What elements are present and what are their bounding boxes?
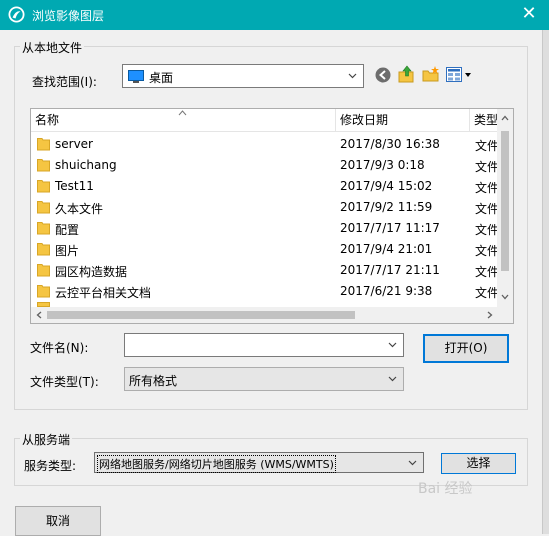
- column-header-date[interactable]: 修改日期: [336, 109, 470, 131]
- open-button[interactable]: 打开(O): [423, 334, 509, 363]
- chevron-down-icon: [408, 460, 417, 466]
- service-type-select[interactable]: 网络地图服务/网络切片地图服务 (WMS/WMTS): [94, 452, 424, 473]
- file-type: 文件: [475, 139, 500, 153]
- file-name: Test11: [55, 179, 94, 193]
- view-menu-icon[interactable]: [446, 67, 472, 83]
- file-name: server: [55, 137, 93, 151]
- scroll-left-icon[interactable]: [36, 311, 42, 319]
- sort-ascending-icon: [178, 110, 187, 116]
- desktop-icon: [128, 70, 144, 83]
- file-name: 配置: [55, 223, 80, 237]
- filetype-select[interactable]: 所有格式: [124, 367, 404, 391]
- chevron-down-icon: [348, 73, 357, 79]
- select-service-button[interactable]: 选择: [441, 453, 516, 474]
- look-in-combo[interactable]: 桌面: [122, 64, 364, 88]
- folder-icon: [37, 138, 50, 151]
- chevron-down-icon: [388, 342, 397, 348]
- list-item[interactable]: 图片 2017/9/4 21:01 文件: [31, 239, 499, 260]
- file-name: 云控平台相关文档: [55, 286, 152, 300]
- file-date: 2017/9/3 0:18: [340, 158, 425, 172]
- file-type: 文件: [475, 160, 500, 174]
- file-type: 文件: [475, 265, 500, 279]
- folder-icon: [37, 285, 50, 298]
- file-date: 2017/9/2 11:59: [340, 200, 433, 214]
- file-date: 2017/9/4 15:02: [340, 179, 433, 193]
- list-item[interactable]: Test11 2017/9/4 15:02 文件: [31, 176, 499, 197]
- window-edge: [542, 30, 549, 534]
- horizontal-scrollbar[interactable]: [31, 307, 513, 323]
- scroll-right-icon[interactable]: [487, 311, 493, 319]
- folder-icon: [37, 222, 50, 235]
- back-icon[interactable]: [375, 67, 391, 83]
- file-type: 文件: [475, 223, 500, 237]
- folder-icon: [37, 180, 50, 193]
- folder-icon: [37, 159, 50, 172]
- list-item[interactable]: 云控平台相关文档 2017/6/21 9:38 文件: [31, 281, 499, 302]
- title-bar[interactable]: 浏览影像图层 ✕: [0, 0, 549, 30]
- filename-label: 文件名(N):: [30, 341, 89, 355]
- folder-icon: [37, 201, 50, 214]
- watermark: Bai 经验: [418, 481, 473, 497]
- file-type: 文件: [475, 202, 500, 216]
- folder-icon: [37, 243, 50, 256]
- filetype-value: 所有格式: [129, 374, 178, 388]
- file-name: 园区构造数据: [55, 265, 128, 279]
- chevron-down-icon: [388, 376, 397, 382]
- vertical-scroll-thumb[interactable]: [501, 131, 509, 271]
- file-type: 文件: [475, 244, 500, 258]
- list-item[interactable]: server 2017/8/30 16:38 文件: [31, 134, 499, 155]
- file-date: 2017/9/4 21:01: [340, 242, 433, 256]
- file-list[interactable]: 名称 修改日期 类型 server 2017/8/30 16:38 文件 shu…: [30, 108, 514, 324]
- horizontal-scroll-thumb[interactable]: [47, 311, 355, 319]
- file-date: 2017/7/17 11:17: [340, 221, 440, 235]
- list-item[interactable]: 久本文件 2017/9/2 11:59 文件: [31, 197, 499, 218]
- server-group-title: 从服务端: [20, 431, 73, 448]
- service-type-label: 服务类型:: [24, 459, 77, 473]
- header-divider: [31, 131, 499, 132]
- app-logo-icon: [8, 6, 25, 23]
- file-type: 文件: [475, 286, 500, 300]
- file-date: 2017/6/21 9:38: [340, 284, 433, 298]
- file-name: shuichang: [55, 158, 117, 172]
- file-name: 久本文件: [55, 202, 104, 216]
- folder-icon: [37, 264, 50, 277]
- vertical-scrollbar[interactable]: [497, 109, 513, 307]
- list-item[interactable]: 配置 2017/7/17 11:17 文件: [31, 218, 499, 239]
- file-date: 2017/7/17 21:11: [340, 263, 440, 277]
- new-folder-icon[interactable]: [422, 65, 440, 83]
- up-folder-icon[interactable]: [398, 65, 416, 83]
- file-name: 图片: [55, 244, 80, 258]
- file-type: 文件: [475, 181, 500, 195]
- filename-combo[interactable]: [124, 333, 404, 357]
- close-button[interactable]: ✕: [509, 0, 549, 30]
- list-item[interactable]: shuichang 2017/9/3 0:18 文件: [31, 155, 499, 176]
- local-file-group-title: 从本地文件: [20, 39, 85, 56]
- cancel-button[interactable]: 取消: [15, 506, 101, 536]
- scroll-up-icon[interactable]: [501, 115, 509, 121]
- filetype-label: 文件类型(T):: [30, 375, 99, 389]
- file-date: 2017/8/30 16:38: [340, 137, 440, 151]
- window-title: 浏览影像图层: [32, 9, 105, 23]
- look-in-label: 查找范围(I):: [32, 75, 97, 89]
- service-type-value: 网络地图服务/网络切片地图服务 (WMS/WMTS): [97, 455, 336, 473]
- list-item[interactable]: 园区构造数据 2017/7/17 21:11 文件: [31, 260, 499, 281]
- look-in-value: 桌面: [149, 71, 174, 85]
- scroll-down-icon[interactable]: [501, 294, 509, 300]
